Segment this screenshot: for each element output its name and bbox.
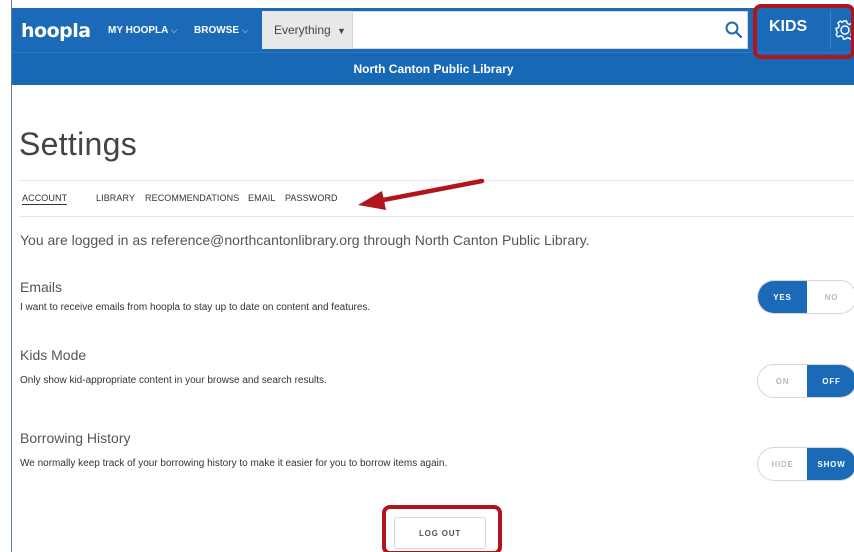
emails-description: I want to receive emails from hoopla to …	[20, 302, 371, 313]
library-name-bar: North Canton Public Library	[12, 52, 854, 85]
my-hoopla-label: MY HOOPLA	[108, 25, 169, 36]
search-scope-dropdown[interactable]: Everything ▼	[262, 11, 352, 49]
my-hoopla-menu[interactable]: MY HOOPLA ⌵	[108, 25, 178, 36]
app-frame: hoopla MY HOOPLA ⌵ BROWSE ⌵ Everything ▼…	[11, 0, 854, 552]
annotation-arrow	[358, 178, 485, 210]
caret-down-icon: ▼	[337, 26, 346, 36]
borrowing-history-toggle: HIDE SHOW	[757, 447, 854, 481]
tab-email[interactable]: EMAIL	[248, 193, 276, 203]
emails-yes-option[interactable]: YES	[758, 281, 807, 313]
tab-library[interactable]: LIBRARY	[96, 193, 135, 203]
chevron-down-icon: ⌵	[241, 25, 249, 35]
tab-recommendations[interactable]: RECOMMENDATIONS	[145, 193, 239, 203]
browse-menu[interactable]: BROWSE ⌵	[194, 25, 249, 36]
search-button[interactable]	[724, 20, 744, 40]
tab-password[interactable]: PASSWORD	[285, 193, 338, 203]
hoopla-logo[interactable]: hoopla	[21, 20, 91, 42]
kids-mode-description: Only show kid-appropriate content in you…	[20, 375, 327, 386]
highlight-box-logout	[382, 505, 502, 552]
kids-mode-on-option[interactable]: ON	[758, 365, 807, 397]
search-scope-value: Everything	[274, 23, 331, 37]
highlight-box-kids-settings	[753, 4, 854, 59]
tab-account[interactable]: ACCOUNT	[22, 193, 68, 205]
page-title: Settings	[19, 126, 138, 162]
borrowing-history-title: Borrowing History	[20, 430, 131, 446]
kids-mode-off-option[interactable]: OFF	[807, 365, 854, 397]
top-nav-bar: hoopla MY HOOPLA ⌵ BROWSE ⌵ Everything ▼…	[12, 8, 854, 52]
logged-in-message: You are logged in as reference@northcant…	[20, 232, 590, 248]
divider	[19, 216, 854, 217]
chevron-down-icon: ⌵	[170, 25, 178, 35]
browse-label: BROWSE	[194, 25, 239, 36]
kids-mode-title: Kids Mode	[20, 347, 87, 363]
borrowing-history-description: We normally keep track of your borrowing…	[20, 458, 448, 469]
emails-toggle: YES NO	[757, 280, 854, 314]
kids-mode-toggle: ON OFF	[757, 364, 854, 398]
emails-title: Emails	[20, 279, 63, 295]
borrowing-history-hide-option[interactable]: HIDE	[758, 448, 807, 480]
borrowing-history-show-option[interactable]: SHOW	[807, 448, 854, 480]
library-name: North Canton Public Library	[353, 62, 514, 76]
search-icon	[725, 21, 743, 39]
search-input[interactable]	[352, 11, 748, 49]
emails-no-option[interactable]: NO	[807, 281, 854, 313]
